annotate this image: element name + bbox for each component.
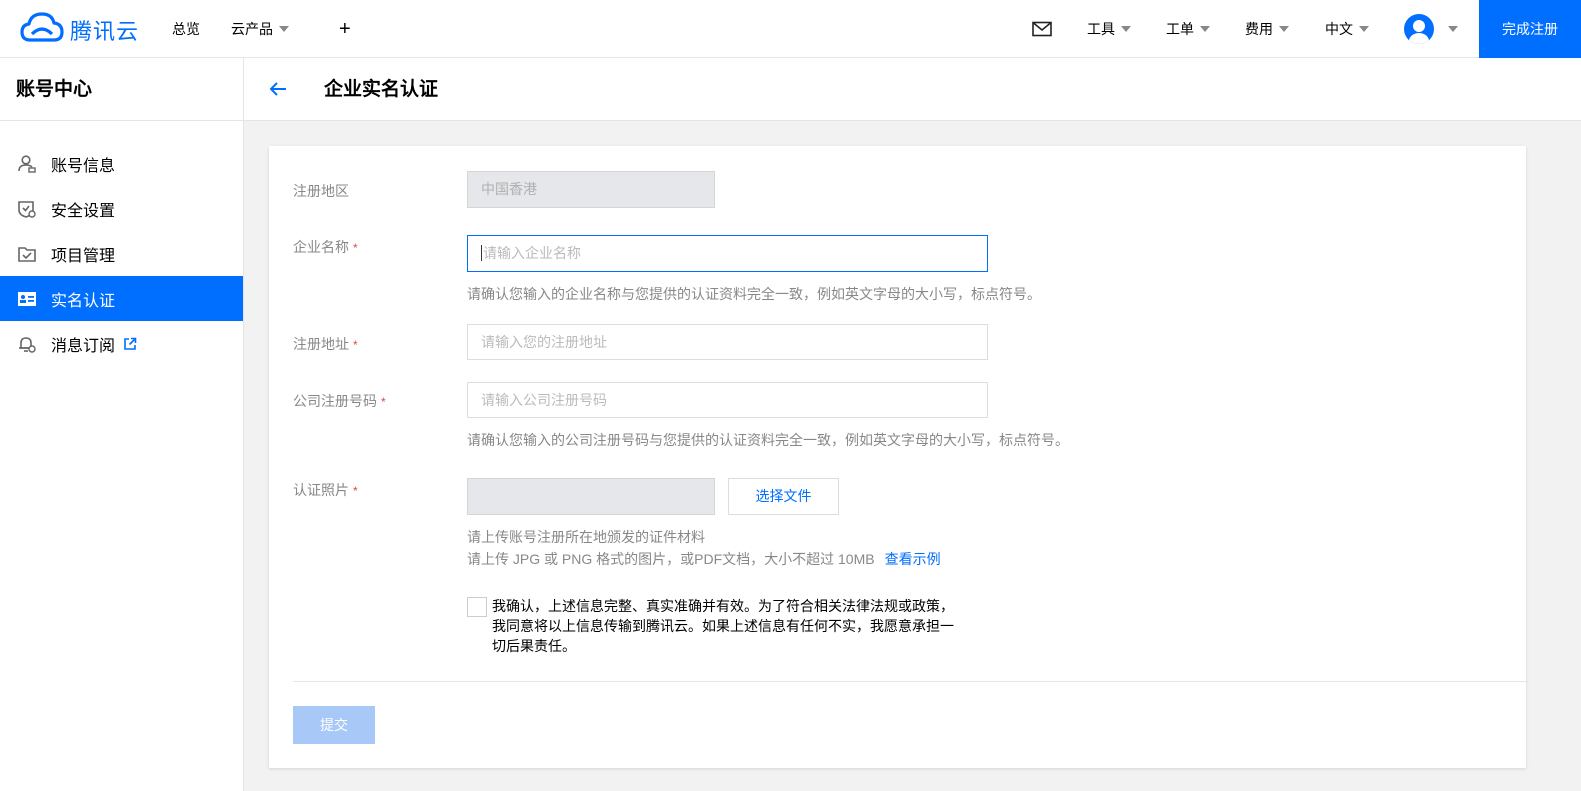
confirm-line: 切后果责任。: [492, 638, 576, 654]
confirm-line: 我确认，上述信息完整、真实准确并有效。为了符合相关法律法规或政策，: [492, 598, 954, 614]
bell-settings-icon: [16, 333, 38, 355]
company-name-placeholder: 请输入企业名称: [483, 245, 581, 261]
sidebar: 账号中心 账号信息 安全设置 项目管理 实名认证 消息订阅: [0, 58, 244, 791]
confirm-text: 我确认，上述信息完整、真实准确并有效。为了符合相关法律法规或政策， 我同意将以上…: [492, 596, 992, 656]
nav-billing-label: 费用: [1245, 21, 1273, 37]
external-link-icon: [123, 337, 137, 351]
nav-overview[interactable]: 总览: [172, 0, 200, 58]
verification-form-card: 注册地区 中国香港 企业名称 * 请输入企业名称 请确认您输入的企业名称与您提供的…: [269, 146, 1528, 768]
sidebar-title: 账号中心: [0, 58, 243, 121]
chevron-down-icon: [1448, 26, 1458, 32]
submit-button[interactable]: 提交: [293, 706, 375, 744]
reg-number-hint: 请确认您输入的公司注册号码与您提供的认证资料完全一致，例如英文字母的大小写，标点…: [467, 432, 1069, 448]
region-label: 注册地区: [293, 181, 349, 201]
sidebar-item-label: 实名认证: [51, 292, 116, 310]
reg-number-label: 公司注册号码 *: [293, 391, 386, 411]
company-name-label-text: 企业名称: [293, 239, 349, 255]
cloud-logo-icon: [20, 10, 64, 49]
sidebar-item-label: 账号信息: [51, 157, 116, 175]
brand-name: 腾讯云: [70, 18, 140, 44]
sidebar-item-subscriptions[interactable]: 消息订阅: [0, 321, 243, 366]
photo-hint-format: 请上传 JPG 或 PNG 格式的图片，或PDF文档，大小不超过 10MB 查看示…: [467, 549, 941, 569]
finish-registration-button[interactable]: 完成注册: [1479, 0, 1581, 58]
sidebar-item-label: 安全设置: [51, 202, 116, 220]
avatar: [1404, 14, 1434, 44]
sidebar-item-security[interactable]: 安全设置: [0, 186, 243, 231]
user-icon: [16, 153, 38, 175]
back-arrow-icon[interactable]: [268, 78, 288, 100]
nav-tools[interactable]: 工具: [1087, 0, 1131, 58]
nav-language-label: 中文: [1325, 21, 1353, 37]
confirm-line: 我同意将以上信息传输到腾讯云。如果上述信息有任何不实，我愿意承担一: [492, 618, 954, 634]
sidebar-item-projects[interactable]: 项目管理: [0, 231, 243, 276]
page-title: 企业实名认证: [324, 79, 439, 100]
text-cursor: [481, 245, 482, 262]
chevron-down-icon: [1200, 26, 1210, 32]
chevron-down-icon: [1359, 26, 1369, 32]
nav-cloud-products[interactable]: 云产品: [231, 0, 289, 58]
nav-cloud-products-label: 云产品: [231, 21, 273, 37]
divider: [293, 681, 1528, 682]
user-menu[interactable]: [1404, 0, 1458, 58]
sidebar-item-account-info[interactable]: 账号信息: [0, 141, 243, 186]
nav-language[interactable]: 中文: [1325, 0, 1369, 58]
required-mark: *: [353, 338, 358, 352]
nav-billing[interactable]: 费用: [1245, 0, 1289, 58]
photo-hint-issuer: 请上传账号注册所在地颁发的证件材料: [467, 529, 705, 545]
content-header: 企业实名认证: [244, 58, 1581, 121]
photo-label: 认证照片 *: [293, 480, 358, 500]
reg-number-input[interactable]: 请输入公司注册号码: [467, 382, 988, 418]
confirm-checkbox[interactable]: [467, 597, 487, 617]
sidebar-menu: 账号信息 安全设置 项目管理 实名认证 消息订阅: [0, 141, 243, 366]
required-mark: *: [353, 484, 358, 498]
tencent-cloud-logo[interactable]: 腾讯云: [20, 10, 139, 49]
photo-hint-format-text: 请上传 JPG 或 PNG 格式的图片，或PDF文档，大小不超过 10MB: [467, 551, 875, 567]
region-label-text: 注册地区: [293, 183, 349, 199]
view-example-link[interactable]: 查看示例: [885, 551, 941, 567]
chevron-down-icon: [1121, 26, 1131, 32]
company-name-label: 企业名称 *: [293, 237, 358, 257]
nav-tickets-label: 工单: [1166, 21, 1194, 37]
folder-check-icon: [16, 243, 38, 265]
id-card-icon: [16, 288, 38, 310]
required-mark: *: [381, 395, 386, 409]
shield-icon: [16, 198, 38, 220]
nav-tools-label: 工具: [1087, 21, 1115, 37]
mail-icon[interactable]: [1032, 0, 1052, 58]
address-label: 注册地址 *: [293, 334, 358, 354]
address-label-text: 注册地址: [293, 336, 349, 352]
address-input[interactable]: 请输入您的注册地址: [467, 324, 988, 360]
top-bar: 腾讯云 总览 云产品 + 工具 工单 费用 中文 完成注册: [0, 0, 1581, 58]
company-name-input[interactable]: 请输入企业名称: [467, 235, 988, 272]
chevron-down-icon: [279, 26, 289, 32]
chevron-down-icon: [1279, 26, 1289, 32]
required-mark: *: [353, 241, 358, 255]
reg-number-label-text: 公司注册号码: [293, 393, 377, 409]
company-name-hint: 请确认您输入的企业名称与您提供的认证资料完全一致，例如英文字母的大小写，标点符号…: [467, 286, 1041, 302]
file-name-field: [467, 478, 715, 515]
photo-label-text: 认证照片: [293, 482, 349, 498]
sidebar-item-label: 消息订阅: [51, 337, 116, 355]
add-shortcut-button[interactable]: +: [339, 0, 351, 58]
sidebar-item-label: 项目管理: [51, 247, 116, 265]
nav-tickets[interactable]: 工单: [1166, 0, 1210, 58]
choose-file-button[interactable]: 选择文件: [728, 478, 839, 515]
region-field: 中国香港: [467, 171, 715, 208]
sidebar-item-verification[interactable]: 实名认证: [0, 276, 243, 321]
